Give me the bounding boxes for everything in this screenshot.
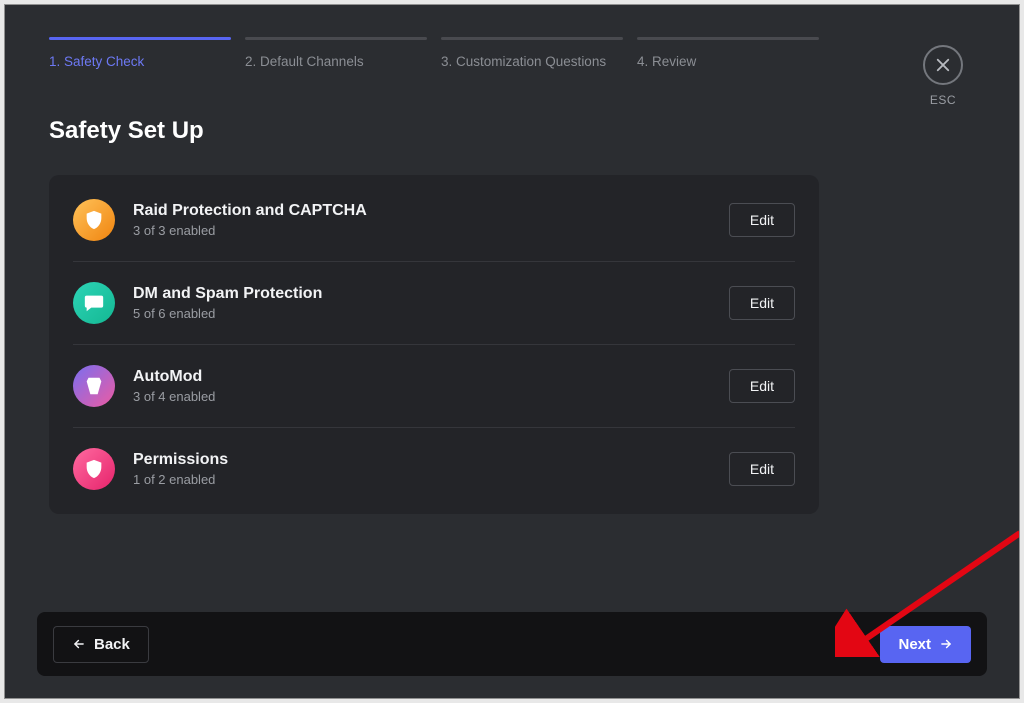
step-default-channels[interactable]: 2. Default Channels (245, 37, 427, 69)
row-dm-spam-protection: DM and Spam Protection 5 of 6 enabled Ed… (73, 261, 795, 344)
arrow-left-icon (72, 637, 86, 651)
row-title: Raid Protection and CAPTCHA (133, 202, 711, 220)
modal-frame: 1. Safety Check 2. Default Channels 3. C… (4, 4, 1020, 699)
next-label: Next (898, 636, 931, 653)
row-permissions: Permissions 1 of 2 enabled Edit (73, 427, 795, 510)
page-title: Safety Set Up (49, 117, 975, 145)
row-subtitle: 5 of 6 enabled (133, 306, 711, 321)
row-subtitle: 3 of 4 enabled (133, 389, 711, 404)
row-text: Raid Protection and CAPTCHA 3 of 3 enabl… (133, 202, 711, 238)
close-button[interactable]: ESC (923, 45, 963, 107)
next-button[interactable]: Next (880, 626, 971, 663)
row-text: DM and Spam Protection 5 of 6 enabled (133, 285, 711, 321)
step-label: 3. Customization Questions (441, 54, 623, 69)
edit-button[interactable]: Edit (729, 286, 795, 320)
step-label: 4. Review (637, 54, 819, 69)
arrow-right-icon (939, 637, 953, 651)
step-bar (245, 37, 427, 40)
edit-button[interactable]: Edit (729, 452, 795, 486)
step-bar (637, 37, 819, 40)
row-subtitle: 1 of 2 enabled (133, 472, 711, 487)
safety-panel: Raid Protection and CAPTCHA 3 of 3 enabl… (49, 175, 819, 514)
row-automod: AutoMod 3 of 4 enabled Edit (73, 344, 795, 427)
edit-button[interactable]: Edit (729, 203, 795, 237)
step-bar (441, 37, 623, 40)
row-text: Permissions 1 of 2 enabled (133, 451, 711, 487)
edit-button[interactable]: Edit (729, 369, 795, 403)
back-button[interactable]: Back (53, 626, 149, 663)
row-subtitle: 3 of 3 enabled (133, 223, 711, 238)
step-bar (49, 37, 231, 40)
stepper: 1. Safety Check 2. Default Channels 3. C… (49, 37, 819, 69)
modal-content: 1. Safety Check 2. Default Channels 3. C… (5, 5, 1019, 514)
chat-icon (73, 282, 115, 324)
step-safety-check[interactable]: 1. Safety Check (49, 37, 231, 69)
step-customization-questions[interactable]: 3. Customization Questions (441, 37, 623, 69)
row-title: AutoMod (133, 368, 711, 386)
step-label: 2. Default Channels (245, 54, 427, 69)
row-title: DM and Spam Protection (133, 285, 711, 303)
automod-icon (73, 365, 115, 407)
row-raid-protection: Raid Protection and CAPTCHA 3 of 3 enabl… (73, 179, 795, 261)
footer-bar: Back Next (37, 612, 987, 676)
shield-user-icon (73, 448, 115, 490)
row-text: AutoMod 3 of 4 enabled (133, 368, 711, 404)
shield-star-icon (73, 199, 115, 241)
close-icon (923, 45, 963, 85)
back-label: Back (94, 636, 130, 653)
esc-label: ESC (930, 93, 956, 107)
step-label: 1. Safety Check (49, 54, 231, 69)
step-review[interactable]: 4. Review (637, 37, 819, 69)
row-title: Permissions (133, 451, 711, 469)
